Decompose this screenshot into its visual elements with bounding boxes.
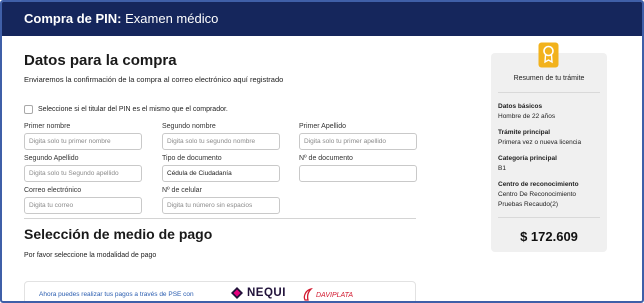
- certificate-badge-icon: [538, 42, 559, 68]
- first-name-input[interactable]: Digita solo tu primer nombre: [24, 133, 142, 150]
- summary-label-main-category: Categoría principal: [498, 155, 557, 162]
- section-divider: [24, 218, 416, 219]
- cellphone-input[interactable]: Digita tu número sin espacios: [162, 197, 280, 214]
- same-holder-checkbox-row[interactable]: Seleccione si el titular del PIN es el m…: [24, 105, 228, 114]
- second-surname-input[interactable]: Digita solo tu Segundo apellido: [24, 165, 142, 182]
- email-input[interactable]: Digita tu correo: [24, 197, 142, 214]
- app-window: Compra de PIN: Examen médico Datos para …: [0, 0, 644, 303]
- summary-value-main-category: B1: [498, 165, 506, 172]
- summary-label-basic-data: Datos básicos: [498, 103, 543, 110]
- purchase-heading: Datos para la compra: [24, 52, 177, 69]
- first-name-label: Primer nombre: [24, 123, 71, 130]
- document-type-select[interactable]: Cédula de Ciudadanía: [162, 165, 280, 182]
- first-surname-input[interactable]: Digita solo tu primer apellido: [299, 133, 417, 150]
- page-title-rest: Examen médico: [121, 11, 219, 26]
- second-name-label: Segundo nombre: [162, 123, 216, 130]
- document-number-input[interactable]: [299, 165, 417, 182]
- payment-subtitle: Por favor seleccione la modalidad de pag…: [24, 252, 157, 259]
- summary-title: Resumen de tu trámite: [513, 75, 585, 82]
- document-type-label: Tipo de documento: [162, 155, 222, 162]
- page-title-bold: Compra de PIN:: [24, 11, 122, 26]
- second-name-input[interactable]: Digita solo tu segundo nombre: [162, 133, 280, 150]
- summary-label-center: Centro de reconocimiento: [498, 181, 579, 188]
- summary-value-basic-data: Hombre de 22 años: [498, 113, 556, 120]
- document-number-label: Nº de documento: [299, 155, 353, 162]
- summary-value-main-procedure: Primera vez o nueva licencia: [498, 139, 582, 146]
- email-label: Correo electrónico: [24, 187, 82, 194]
- payment-heading: Selección de medio de pago: [24, 226, 213, 242]
- nequi-icon: [231, 287, 243, 299]
- daviplata-logo[interactable]: DAVIPLATA: [302, 288, 354, 301]
- summary-panel: Resumen de tu trámite Datos básicos Homb…: [491, 42, 607, 252]
- summary-label-main-procedure: Trámite principal: [498, 129, 551, 136]
- summary-divider-top: [498, 92, 600, 93]
- same-holder-checkbox[interactable]: [24, 105, 33, 114]
- summary-value-center-line2: Pruebas Recaudo(2): [498, 201, 558, 208]
- cellphone-label: Nº de celular: [162, 187, 202, 194]
- top-header-bar: Compra de PIN: Examen médico: [2, 2, 642, 36]
- nequi-label: NEQUI: [247, 287, 286, 299]
- summary-total-price: $ 172.609: [520, 229, 578, 244]
- second-surname-label: Segundo Apellido: [24, 155, 79, 162]
- pse-text: Ahora puedes realizar tus pagos a través…: [39, 291, 194, 298]
- nequi-logo[interactable]: NEQUI: [230, 286, 286, 300]
- daviplata-label: DAVIPLATA: [316, 291, 354, 299]
- first-surname-label: Primer Apellido: [299, 123, 347, 130]
- summary-divider-bottom: [498, 217, 600, 218]
- summary-value-center: Centro De Reconocimiento: [498, 191, 577, 198]
- daviplata-icon: [303, 288, 313, 301]
- page-title: Compra de PIN: Examen médico: [24, 11, 218, 26]
- pse-payment-option[interactable]: Ahora puedes realizar tus pagos a través…: [24, 281, 416, 301]
- same-holder-checkbox-label: Seleccione si el titular del PIN es el m…: [38, 106, 228, 113]
- purchase-subtitle: Enviaremos la confirmación de la compra …: [24, 75, 284, 84]
